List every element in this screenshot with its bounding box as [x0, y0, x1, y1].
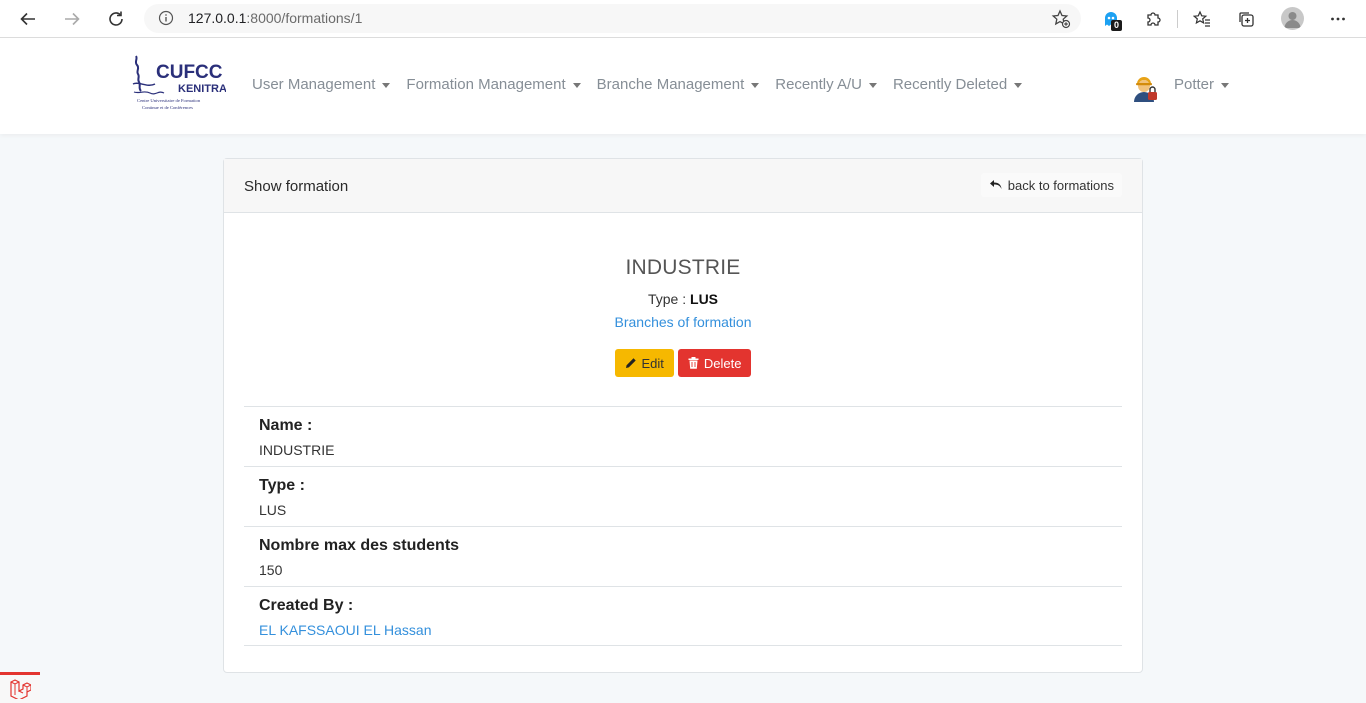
detail-value: LUS — [259, 502, 287, 518]
branches-link-text[interactable]: Branches of formation — [615, 314, 752, 330]
app-navbar: CUFCC KENITRA Centre Universitaire de Fo… — [0, 38, 1366, 134]
delete-button[interactable]: Delete — [677, 349, 752, 377]
laravel-debugbar-toggle[interactable] — [0, 672, 40, 703]
main-menu: User Management Formation Management Bra… — [252, 76, 1038, 93]
browser-profile-avatar[interactable] — [1281, 7, 1304, 30]
card-header: Show formation back to formations — [224, 159, 1142, 213]
caret-down-icon — [868, 82, 877, 88]
logo-subtitle: KENITRA — [178, 83, 226, 95]
caret-down-icon — [572, 82, 581, 88]
pencil-icon — [625, 358, 636, 368]
caret-down-icon — [1014, 82, 1023, 88]
detail-row-created-by: Created By : EL KAFSSAOUI EL Hassan — [244, 586, 1122, 646]
detail-row-max-students: Nombre max des students 150 — [244, 526, 1122, 586]
url-host: 127.0.0.1 — [188, 10, 247, 26]
menu-label: Recently A/U — [775, 76, 862, 93]
user-menu-dropdown[interactable]: Potter — [1174, 76, 1230, 93]
branches-of-formation-link: Branches of formation — [224, 314, 1142, 330]
reload-icon[interactable] — [104, 7, 128, 31]
created-by-link[interactable]: EL KAFSSAOUI EL Hassan — [259, 622, 1107, 638]
logo-caption-line-2: Continue et de Conférences — [142, 105, 193, 110]
back-arrow-icon[interactable] — [16, 7, 40, 31]
extension-badge: 0 — [1111, 20, 1123, 31]
edit-button[interactable]: Edit — [614, 349, 674, 377]
caret-down-icon — [382, 82, 391, 88]
logo-text: CUFCC — [156, 62, 223, 83]
site-info-icon[interactable] — [158, 10, 174, 31]
formation-type-line: Type : LUS — [224, 291, 1142, 307]
formation-title: INDUSTRIE — [625, 256, 741, 279]
delete-label: Delete — [703, 355, 742, 371]
cufcc-logo[interactable]: CUFCC KENITRA Centre Universitaire de Fo… — [130, 52, 227, 114]
formation-details-list: Name : INDUSTRIE Type : LUS Nombre max d… — [244, 406, 1122, 646]
type-prefix: Type : — [647, 291, 687, 307]
laravel-icon — [10, 679, 31, 699]
back-to-formations-button[interactable]: back to formations — [980, 173, 1122, 197]
formation-card: Show formation back to formations INDUST… — [223, 158, 1143, 673]
menu-label: User Management — [252, 76, 376, 93]
detail-value: INDUSTRIE — [259, 442, 335, 458]
type-value: LUS — [690, 291, 719, 307]
menu-recently-added-updated[interactable]: Recently A/U — [775, 76, 877, 93]
detail-row-name: Name : INDUSTRIE — [244, 406, 1122, 466]
url-text[interactable]: 127.0.0.1:8000/formations/1 — [188, 10, 362, 26]
detail-row-type: Type : LUS — [244, 466, 1122, 526]
toolbar-divider — [1177, 10, 1178, 28]
detail-value: 150 — [259, 562, 283, 578]
menu-formation-management[interactable]: Formation Management — [406, 76, 581, 93]
menu-recently-deleted[interactable]: Recently Deleted — [892, 76, 1023, 93]
detail-label: Name : — [259, 417, 313, 434]
card-title: Show formation — [244, 178, 349, 195]
trash-icon — [688, 357, 699, 369]
user-name: Potter — [1174, 76, 1215, 93]
extensions-puzzle-icon[interactable] — [1141, 7, 1165, 31]
menu-label: Formation Management — [406, 76, 566, 93]
detail-label: Created By : — [259, 597, 354, 614]
logo-caption-line-1: Centre Universitaire de Formation — [137, 98, 201, 103]
menu-label: Branche Management — [596, 76, 745, 93]
collections-icon[interactable] — [1234, 7, 1258, 31]
back-button-label: back to formations — [1007, 177, 1114, 193]
action-buttons: Edit Delete — [224, 349, 1142, 377]
add-favorite-icon[interactable] — [1051, 9, 1071, 34]
reply-arrow-icon — [989, 180, 1002, 189]
favorites-icon[interactable] — [1190, 7, 1214, 31]
user-avatar-icon[interactable] — [1128, 72, 1160, 104]
caret-down-icon — [751, 82, 760, 88]
detail-label: Type : — [259, 477, 305, 494]
menu-user-management[interactable]: User Management — [252, 76, 391, 93]
url-path: :8000/formations/1 — [246, 10, 363, 26]
menu-label: Recently Deleted — [892, 76, 1008, 93]
detail-label: Nombre max des students — [259, 537, 460, 554]
forward-arrow-icon[interactable] — [60, 7, 84, 31]
browser-toolbar: 127.0.0.1:8000/formations/1 0 — [0, 0, 1366, 38]
more-menu-icon[interactable] — [1326, 7, 1350, 31]
edit-label: Edit — [641, 355, 664, 371]
caret-down-icon — [1221, 82, 1230, 88]
address-bar[interactable]: 127.0.0.1:8000/formations/1 — [144, 4, 1081, 33]
menu-branche-management[interactable]: Branche Management — [597, 76, 760, 93]
